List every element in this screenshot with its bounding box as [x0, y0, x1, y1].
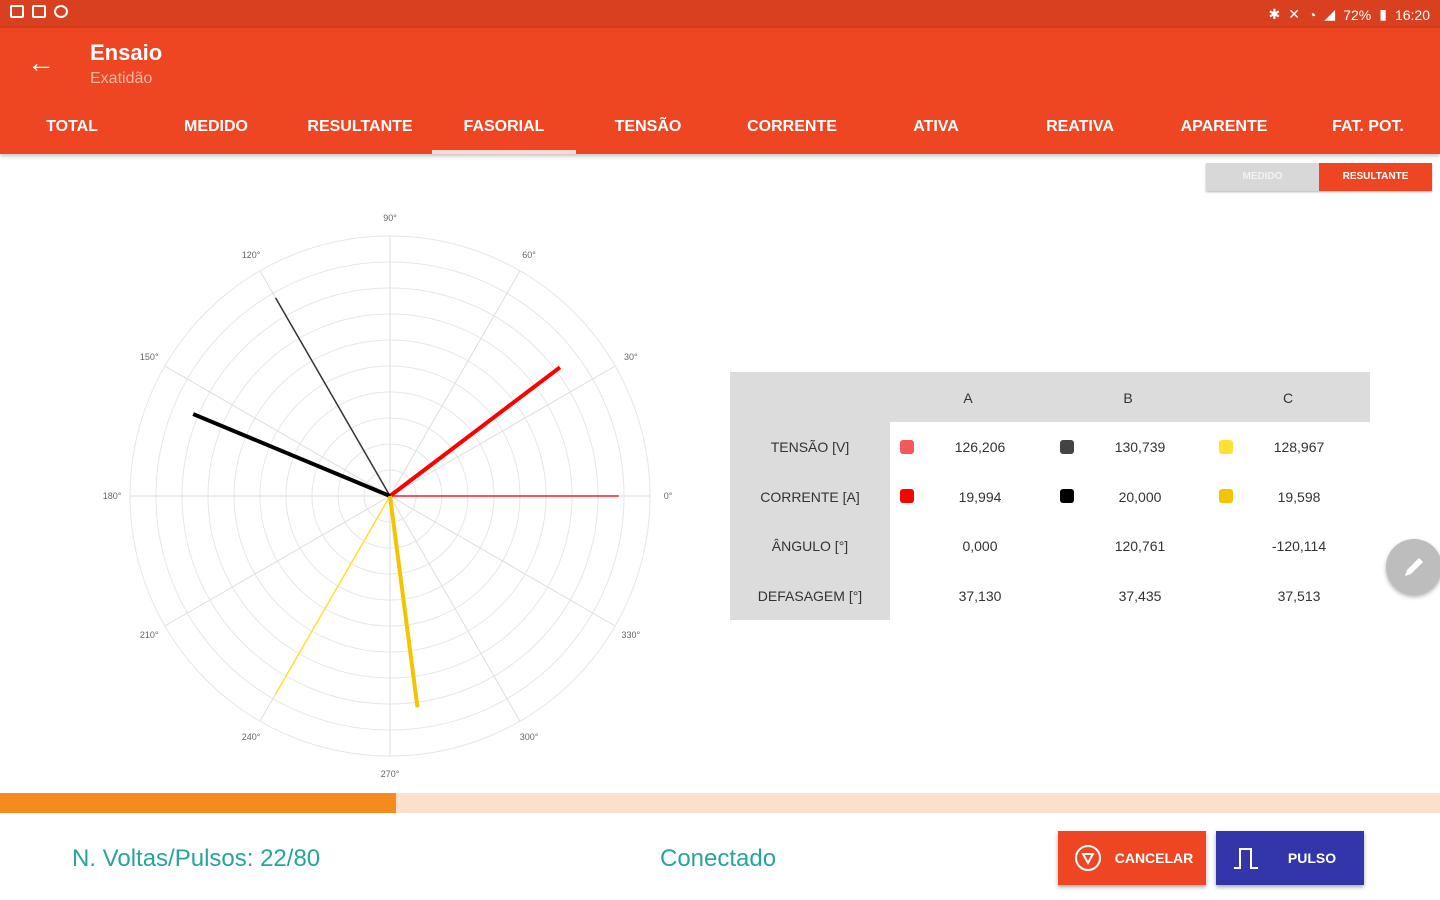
cancel-button[interactable]: CANCELAR [1058, 831, 1206, 885]
cell-tensao-b: 130,739 [1114, 439, 1166, 455]
phasor-table: A B C TENSÃO [V] 126,206 130,739 128,967… [730, 372, 1370, 620]
row-label-tensao: TENSÃO [V] [770, 439, 850, 455]
cell-corrente-c: 19,598 [1277, 489, 1321, 505]
swatch-tensao-b [1060, 440, 1074, 454]
back-arrow-icon[interactable]: ← [22, 44, 60, 82]
swatch-corrente-a [900, 489, 914, 503]
pulse-button[interactable]: PULSO [1216, 831, 1364, 885]
swatch-tensao-a [900, 440, 914, 454]
notification-icon [54, 5, 68, 18]
cell-corrente-a: 19,994 [958, 489, 1002, 505]
polar-spoke [164, 365, 391, 497]
tab-ativa[interactable]: ATIVA [864, 100, 1008, 154]
pulse-wave-icon [1226, 842, 1266, 874]
phasor-tensao-c [274, 495, 391, 695]
battery-level: 72% [1343, 6, 1372, 23]
page-title: Ensaio [90, 40, 163, 65]
toggle-resultante-button[interactable]: RESULTANTE [1319, 163, 1432, 191]
column-header-a: A [963, 390, 973, 406]
cell-angulo-c: -120,114 [1271, 538, 1327, 554]
toggle-medido-button[interactable]: MEDIDO [1206, 163, 1319, 191]
polar-spoke [389, 270, 521, 497]
cell-defasagem-a: 37,130 [958, 588, 1002, 604]
angle-label: 300° [520, 732, 539, 742]
signal-icon: ◢ [1324, 6, 1336, 22]
tab-fat-pot[interactable]: FAT. POT. [1296, 100, 1440, 154]
polar-spoke [389, 495, 521, 722]
phasor-corrente-b [192, 412, 391, 498]
tab-corrente[interactable]: CORRENTE [720, 100, 864, 154]
app-bar: ← Ensaio Exatidão TOTAL MEDIDO RESULTANT… [0, 28, 1440, 154]
view-toggle: MEDIDO RESULTANTE [1206, 163, 1432, 191]
cell-corrente-b: 20,000 [1118, 489, 1162, 505]
stop-icon [1068, 842, 1108, 874]
cancel-label: CANCELAR [1114, 850, 1194, 866]
row-label-angulo: ÂNGULO [°] [771, 538, 849, 554]
play-store-icon [32, 5, 46, 18]
tab-reativa[interactable]: REATIVA [1008, 100, 1152, 154]
column-header-c: C [1282, 390, 1294, 406]
wifi-icon: ◔ [1307, 6, 1317, 23]
pencil-icon [1405, 558, 1423, 576]
cell-tensao-c: 128,967 [1273, 439, 1325, 455]
phasor-polar-chart: 0° 30° 60° 90° 120° 150° 180° 210° 240° 270° 300° 3… [103, 213, 673, 779]
swatch-tensao-c [1219, 440, 1233, 454]
angle-label: 240° [242, 732, 261, 742]
tab-tensao[interactable]: TENSÃO [576, 100, 720, 154]
swatch-corrente-c [1219, 489, 1233, 503]
cell-angulo-a: 0,000 [962, 538, 998, 554]
tab-total[interactable]: TOTAL [0, 100, 144, 154]
angle-label: 0° [664, 491, 673, 501]
clock: 16:20 [1394, 6, 1430, 23]
angle-label: 30° [624, 352, 638, 362]
phasor-tensao-b [274, 297, 391, 497]
tab-aparente[interactable]: APARENTE [1152, 100, 1296, 154]
status-bar: ✱ ✕ ◔ ◢ 72% ▮ 16:20 [0, 0, 1440, 28]
column-header-b: B [1123, 390, 1133, 406]
cell-defasagem-b: 37,435 [1118, 588, 1162, 604]
angle-label: 210° [140, 630, 159, 640]
mute-icon: ✕ [1288, 6, 1300, 22]
angle-label: 150° [140, 352, 159, 362]
cell-tensao-a: 126,206 [954, 439, 1006, 455]
cell-angulo-b: 120,761 [1114, 538, 1166, 554]
phasor-corrente-c [388, 495, 420, 708]
polar-spoke [389, 495, 616, 627]
angle-label: 90° [383, 213, 397, 223]
polar-spoke [389, 365, 616, 497]
phasor-corrente-a [388, 365, 562, 498]
battery-icon: ▮ [1379, 6, 1387, 22]
polar-spoke [164, 495, 391, 627]
angle-label: 180° [103, 491, 122, 501]
row-label-defasagem: DEFASAGEM [°] [757, 588, 863, 604]
pulse-label: PULSO [1287, 850, 1337, 866]
progress-fill [0, 793, 396, 813]
row-label-corrente: CORRENTE [A] [760, 489, 860, 505]
tab-medido[interactable]: MEDIDO [144, 100, 288, 154]
angle-label: 60° [522, 250, 536, 260]
cell-defasagem-c: 37,513 [1277, 588, 1321, 604]
gallery-icon [10, 5, 24, 18]
tab-bar: TOTAL MEDIDO RESULTANTE FASORIAL TENSÃO … [0, 100, 1440, 154]
swatch-corrente-b [1060, 489, 1074, 503]
angle-label: 330° [621, 630, 640, 640]
angle-label: 270° [381, 769, 400, 779]
bluetooth-icon: ✱ [1268, 6, 1281, 22]
connection-status: Conectado [660, 845, 777, 872]
test-progress-bar [0, 793, 1440, 813]
tab-resultante[interactable]: RESULTANTE [288, 100, 432, 154]
pulse-counter: N. Voltas/Pulsos: 22/80 [72, 845, 321, 872]
page-subtitle: Exatidão [90, 70, 153, 87]
tab-fasorial[interactable]: FASORIAL [432, 100, 576, 154]
angle-label: 120° [242, 250, 261, 260]
edit-fab-button[interactable] [1386, 539, 1440, 595]
